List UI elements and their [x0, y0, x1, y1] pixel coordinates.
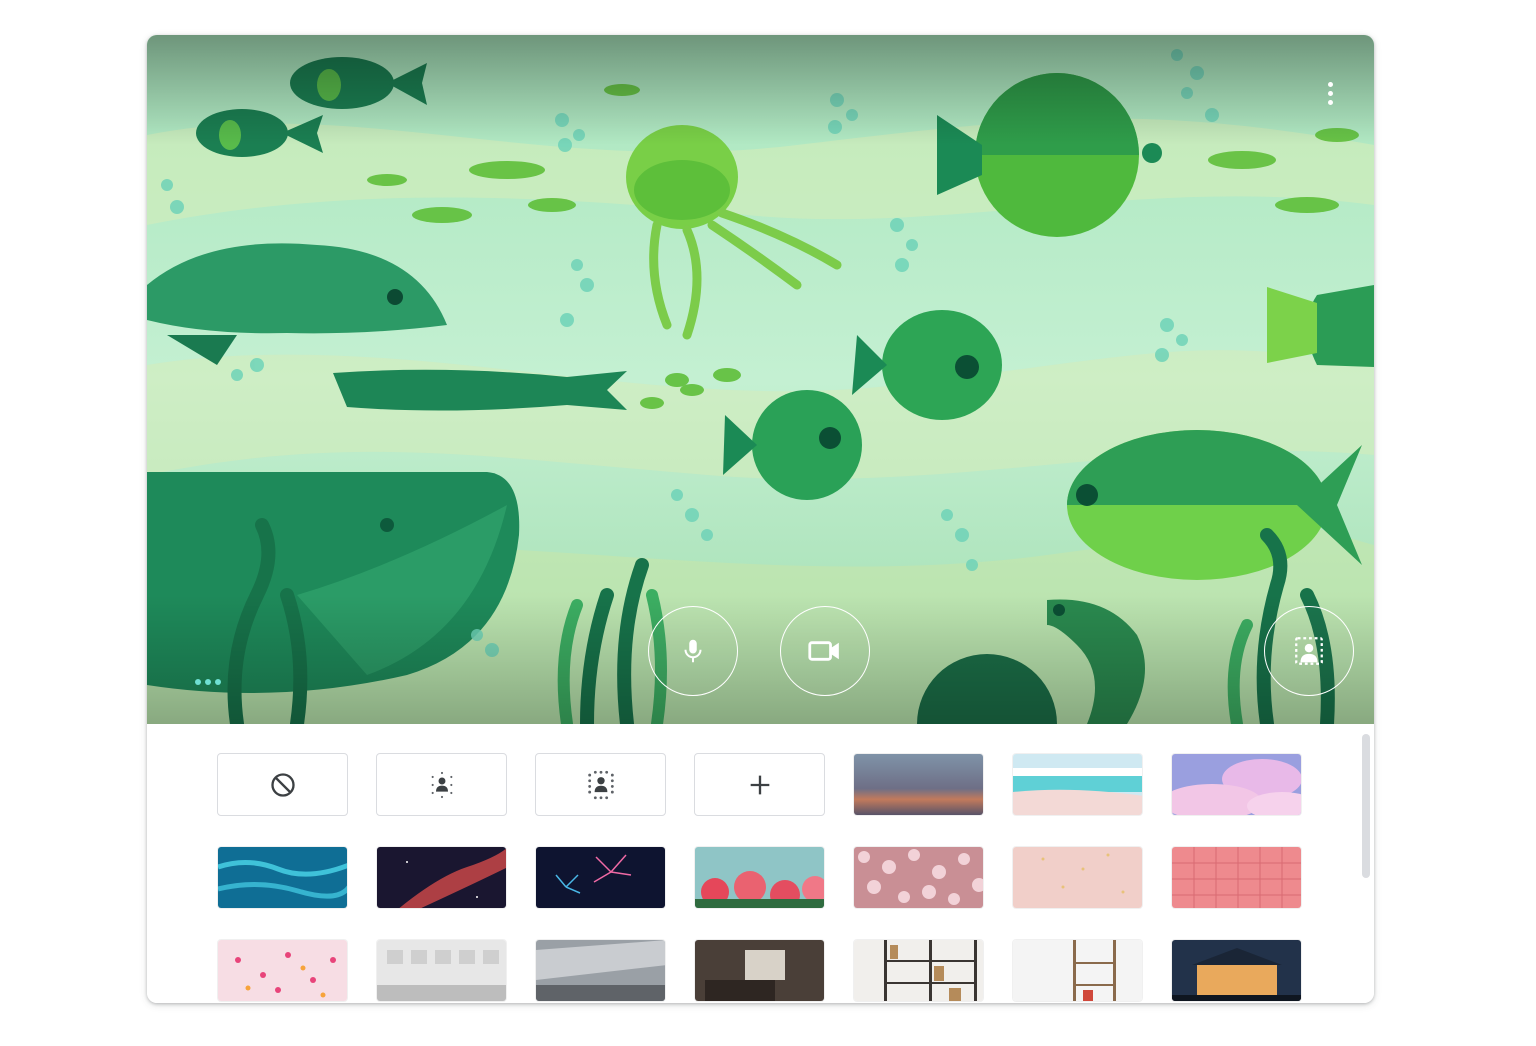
- background-option-dusk-gradient[interactable]: Dusk sky: [853, 753, 984, 816]
- thumbnail-beach: [1013, 754, 1142, 815]
- thumbnail-bookshelf: [854, 940, 983, 1001]
- microphone-button[interactable]: [648, 606, 738, 696]
- thumbnail-nebula: [377, 847, 506, 908]
- thumbnail-pool-water: [218, 847, 347, 908]
- thumbnail-office-space: [536, 940, 665, 1001]
- gallery-scrollbar[interactable]: [1358, 724, 1374, 1003]
- background-option-gallery-room[interactable]: Gallery room: [376, 939, 507, 1002]
- thumbnail-pink-glitter: [1013, 847, 1142, 908]
- background-option-fireworks[interactable]: Fireworks: [535, 846, 666, 909]
- block-icon: [270, 772, 295, 797]
- background-option-blur[interactable]: Blur your background: [535, 753, 666, 816]
- thumbnail-flowers: [695, 847, 824, 908]
- background-option-white-shelves[interactable]: White shelves: [1012, 939, 1143, 1002]
- thumbnail-pink-clouds: [1172, 754, 1301, 815]
- background-option-nebula[interactable]: Nebula: [376, 846, 507, 909]
- thumbnail-confetti: [218, 940, 347, 1001]
- background-option-pink-glitter[interactable]: Pink sparkles: [1012, 846, 1143, 909]
- background-option-night-house[interactable]: House at night: [1171, 939, 1302, 1002]
- thumbnail-dusk-gradient: [854, 754, 983, 815]
- thumbnail-night-house: [1172, 940, 1301, 1001]
- plus-icon: [750, 775, 769, 794]
- background-option-living-room[interactable]: Living room: [694, 939, 825, 1002]
- audio-level-indicator: [195, 679, 221, 685]
- slight-blur-icon: [431, 771, 452, 798]
- thumbnail-fireworks: [536, 847, 665, 908]
- thumbnail-living-room: [695, 940, 824, 1001]
- background-gallery: Turn off background effects Slightly blur…: [147, 724, 1374, 1003]
- thumbnail-blossoms: [854, 847, 983, 908]
- background-option-pool-water[interactable]: Pool water: [217, 846, 348, 909]
- background-option-office-space[interactable]: Office space: [535, 939, 666, 1002]
- background-option-beach[interactable]: Beach: [1012, 753, 1143, 816]
- gallery-scrollbar-thumb[interactable]: [1362, 734, 1370, 878]
- thumbnail-white-shelves: [1013, 940, 1142, 1001]
- thumbnail-pink-pattern: [1172, 847, 1301, 908]
- background-option-confetti[interactable]: Confetti: [217, 939, 348, 1002]
- more-options-button[interactable]: [1318, 75, 1342, 111]
- videocam-icon: [808, 641, 839, 661]
- visual-effects-button[interactable]: [1264, 606, 1354, 696]
- background-option-blossoms[interactable]: Cherry blossoms: [853, 846, 984, 909]
- camera-button[interactable]: [780, 606, 870, 696]
- background-option-pink-pattern[interactable]: Pink pattern: [1171, 846, 1302, 909]
- background-option-upload[interactable]: Upload a background image: [694, 753, 825, 816]
- background-option-no-effect[interactable]: Turn off background effects: [217, 753, 348, 816]
- background-option-slight-blur[interactable]: Slightly blur your background: [376, 753, 507, 816]
- background-option-bookshelf[interactable]: Bookshelf: [853, 939, 984, 1002]
- underwater-background-image: [147, 35, 1374, 724]
- microphone-icon: [684, 639, 702, 663]
- background-option-flowers[interactable]: Flowers: [694, 846, 825, 909]
- background-replace-icon: [1295, 637, 1323, 665]
- blur-icon: [587, 770, 614, 799]
- thumbnail-gallery-room: [377, 940, 506, 1001]
- more-vert-icon: [1327, 81, 1333, 87]
- video-preview: [147, 35, 1374, 724]
- background-effects-panel: Turn off background effects Slightly blur…: [147, 35, 1374, 1003]
- background-option-pink-clouds[interactable]: Pink clouds: [1171, 753, 1302, 816]
